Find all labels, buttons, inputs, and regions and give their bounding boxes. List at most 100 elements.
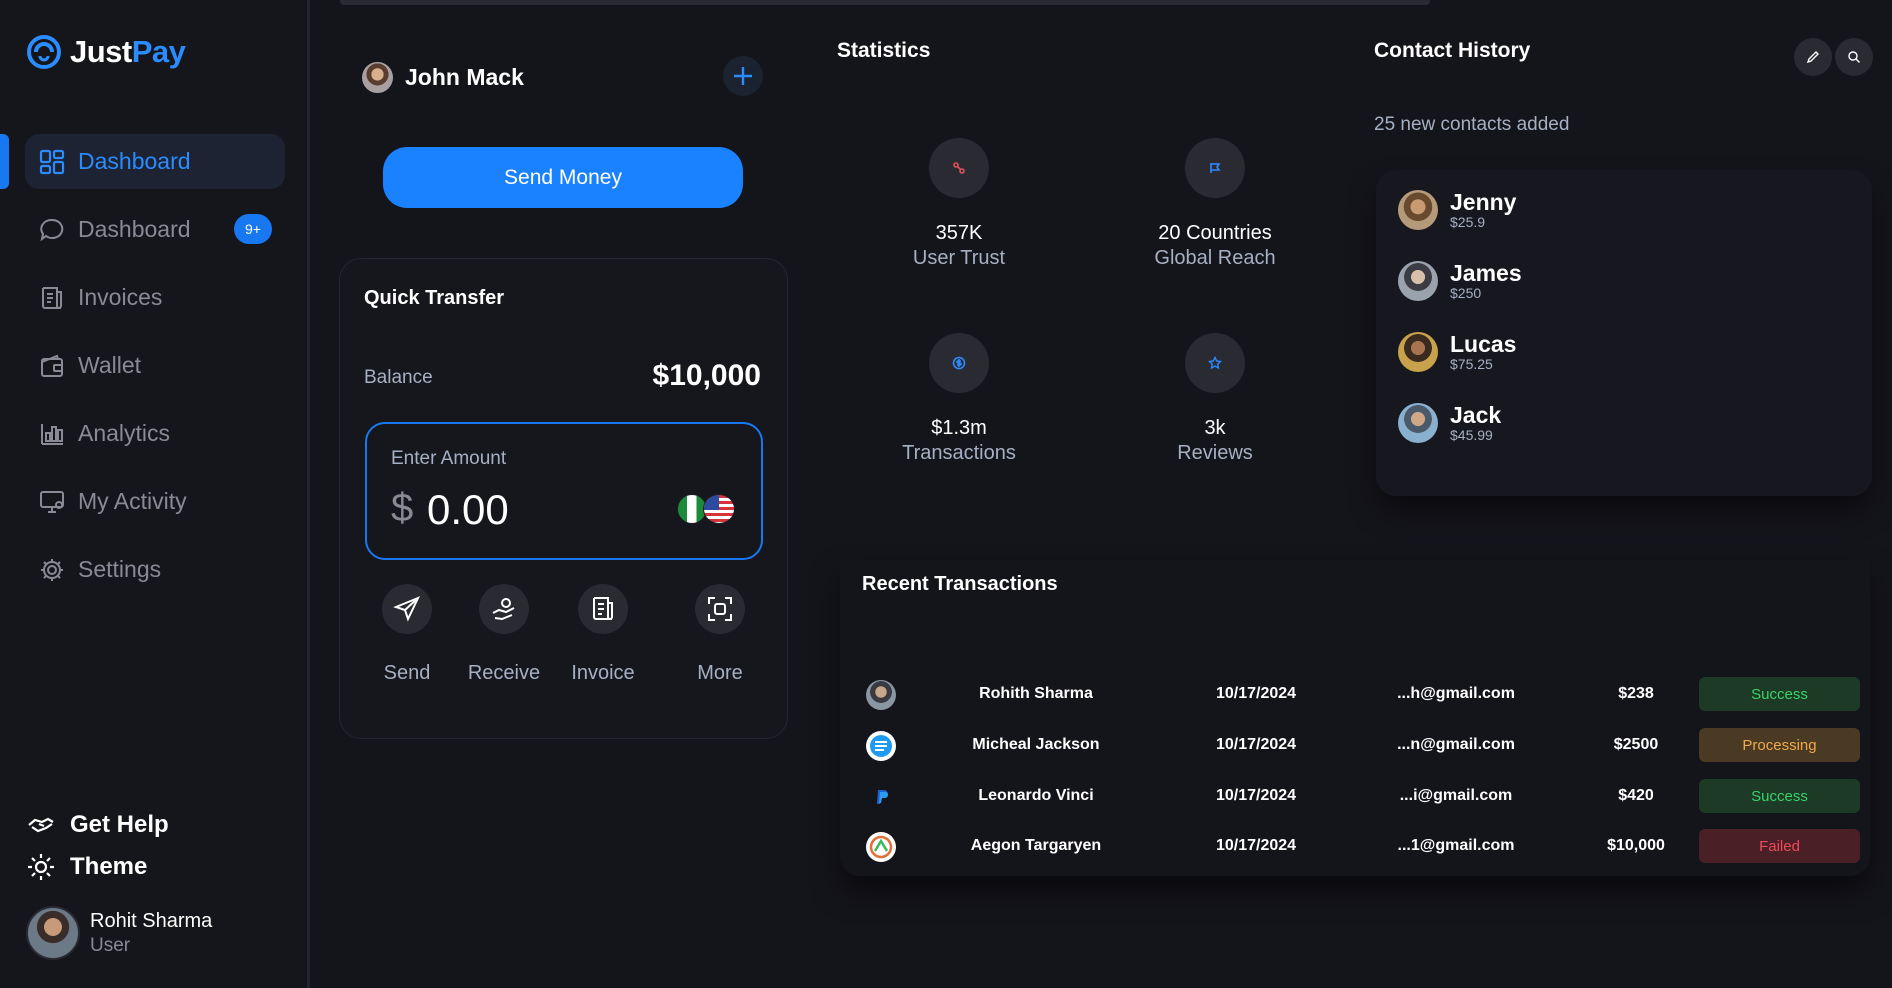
paypal-icon [866, 782, 896, 812]
amount-value[interactable]: 0.00 [427, 486, 509, 534]
recent-transactions-title: Recent Transactions [862, 573, 1058, 595]
quick-actions: Send Receive Invoice More [362, 584, 782, 704]
grid-icon [38, 148, 66, 176]
transaction-amount: $420 [1618, 787, 1654, 804]
user-role: User [90, 934, 131, 956]
contact-amount: $75.25 [1450, 356, 1493, 372]
sidebar-item-wallet[interactable]: Wallet [0, 338, 310, 393]
sidebar-item-invoices[interactable]: Invoices [0, 270, 310, 325]
scan-icon [695, 584, 745, 634]
contact-history-title: Contact History [1374, 39, 1531, 62]
contact-name: Jenny [1450, 189, 1517, 215]
brand-logo-icon [866, 832, 896, 862]
top-divider [340, 0, 1430, 5]
profile-header[interactable]: John Mack [362, 62, 524, 93]
theme-label: Theme [70, 853, 148, 880]
balance-value: $10,000 [652, 359, 761, 392]
transaction-email: ...h@gmail.com [1397, 685, 1515, 702]
invoice-label: Invoice [571, 662, 635, 684]
table-row[interactable]: Micheal Jackson 10/17/2024 ...n@gmail.co… [866, 728, 1862, 762]
more-action[interactable]: More [675, 584, 765, 685]
transaction-email: ...1@gmail.com [1397, 837, 1515, 854]
table-row[interactable]: Aegon Targaryen 10/17/2024 ...1@gmail.co… [866, 829, 1862, 863]
invoice-icon [38, 284, 66, 312]
amount-label: Enter Amount [391, 448, 507, 469]
stat-global-reach: 20 Countries Global Reach [1100, 138, 1330, 270]
more-label: More [697, 662, 743, 684]
active-indicator [0, 134, 9, 189]
app-logo[interactable]: JustPay [26, 34, 186, 70]
sidebar-item-my-activity[interactable]: My Activity [0, 474, 310, 529]
avatar [1398, 261, 1438, 301]
invoice-action[interactable]: Invoice [558, 584, 648, 685]
transaction-amount: $2500 [1613, 736, 1659, 753]
theme-toggle[interactable]: Theme [26, 852, 147, 882]
send-label: Send [383, 662, 431, 684]
invoice-icon [578, 584, 628, 634]
user-name: Rohit Sharma [90, 909, 213, 932]
sidebar-item-analytics[interactable]: Analytics [0, 406, 310, 461]
transaction-email: ...i@gmail.com [1399, 787, 1513, 804]
send-money-button[interactable]: Send Money [383, 147, 743, 208]
receive-action[interactable]: Receive [459, 584, 549, 685]
stat-value: 357K [935, 222, 983, 244]
sidebar-item-label: Settings [78, 556, 162, 582]
stat-value: 3k [1204, 417, 1226, 439]
transaction-date: 10/17/2024 [1215, 787, 1297, 804]
table-row[interactable]: Rohith Sharma 10/17/2024 ...h@gmail.com … [866, 677, 1862, 711]
link-icon [929, 138, 989, 198]
us-flag-icon [703, 494, 735, 524]
sun-icon [28, 854, 54, 880]
currency-selector[interactable] [677, 494, 737, 526]
pencil-icon [1806, 51, 1819, 64]
sidebar-item-label: Invoices [78, 284, 163, 310]
balance-label: Balance [364, 367, 433, 388]
stat-value: 20 Countries [1158, 222, 1272, 244]
avatar [866, 680, 896, 710]
sidebar-item-label: Dashboard [78, 148, 191, 174]
contact-item[interactable]: Jenny $25.9 [1398, 190, 1516, 230]
avatar [1398, 332, 1438, 372]
edit-button[interactable] [1794, 38, 1832, 76]
table-row[interactable]: Leonardo Vinci 10/17/2024 ...i@gmail.com… [866, 779, 1862, 813]
stat-reviews: 3k Reviews [1100, 333, 1330, 465]
stat-value: $1.3m [931, 417, 987, 439]
transaction-name: Micheal Jackson [972, 736, 1100, 753]
contact-item[interactable]: Jack $45.99 [1398, 403, 1501, 443]
sidebar-item-label: My Activity [78, 488, 187, 514]
contact-amount: $25.9 [1450, 214, 1486, 230]
status-badge: Processing [1699, 728, 1860, 762]
sidebar-item-dashboard[interactable]: Dashboard [0, 134, 310, 189]
avatar [362, 62, 393, 93]
gear-icon [38, 556, 66, 584]
stat-label: Transactions [902, 442, 1016, 464]
current-user[interactable]: Rohit Sharma User [26, 906, 212, 960]
transaction-name: Rohith Sharma [979, 685, 1093, 702]
quick-transfer-title: Quick Transfer [364, 287, 505, 309]
statistics-title: Statistics [837, 39, 931, 62]
sidebar-item-label: Wallet [78, 352, 142, 378]
search-button[interactable] [1835, 38, 1873, 76]
receive-label: Receive [467, 662, 541, 684]
wallet-icon [38, 352, 66, 380]
contact-item[interactable]: Lucas $75.25 [1398, 332, 1516, 372]
transaction-date: 10/17/2024 [1215, 685, 1297, 702]
sidebar-item-messages[interactable]: Dashboard 9+ [0, 202, 310, 257]
stat-label: Global Reach [1154, 247, 1276, 269]
add-button[interactable] [723, 56, 763, 96]
handshake-icon [28, 817, 54, 833]
transaction-date: 10/17/2024 [1215, 837, 1297, 854]
contact-name: Jack [1450, 402, 1502, 428]
avatar [1398, 190, 1438, 230]
send-action[interactable]: Send [362, 584, 452, 685]
stat-transactions: $1.3m Transactions [844, 333, 1074, 465]
send-icon [382, 584, 432, 634]
contact-item[interactable]: James $250 [1398, 261, 1522, 301]
sidebar-item-settings[interactable]: Settings [0, 542, 310, 597]
contact-name: James [1450, 260, 1522, 286]
star-icon [1185, 333, 1245, 393]
amount-input[interactable]: Enter Amount $ 0.00 [365, 422, 763, 560]
get-help-label: Get Help [70, 811, 169, 838]
status-badge: Success [1699, 677, 1860, 711]
get-help-link[interactable]: Get Help [26, 810, 169, 840]
